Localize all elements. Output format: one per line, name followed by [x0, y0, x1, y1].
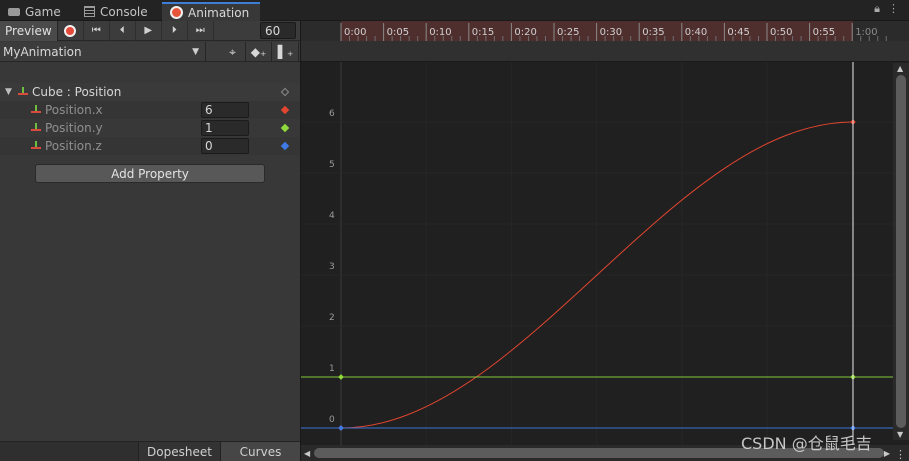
- console-icon: [84, 6, 95, 17]
- value-axis-label: 2: [329, 313, 335, 323]
- add-keyframe-icon: ◆₊: [250, 45, 267, 59]
- ruler-time-label: 0:20: [514, 27, 536, 38]
- skip-first-icon: ⏮︎: [91, 25, 101, 36]
- ruler-time-label: 0:45: [727, 27, 749, 38]
- scroll-down-icon[interactable]: ▼: [897, 430, 903, 439]
- keyframe-diamond-icon[interactable]: [280, 123, 290, 133]
- keyframe-diamond-icon[interactable]: [280, 141, 290, 151]
- value-axis-label: 4: [329, 211, 335, 221]
- skip-last-icon: ⏭︎: [195, 25, 205, 36]
- watermark: CSDN @仓鼠毛吉: [741, 434, 872, 453]
- play-button[interactable]: ▶︎: [136, 20, 162, 41]
- property-row-position-z[interactable]: Position.z 0: [0, 137, 300, 155]
- property-value-input[interactable]: 0: [201, 138, 249, 154]
- clip-toolbar: MyAnimation ▼ ⌖ ◆₊ ▌₊: [0, 42, 300, 62]
- transform-axis-icon: [17, 86, 29, 98]
- fold-arrow-icon[interactable]: ▼: [5, 87, 17, 97]
- tab-animation-label: Animation: [188, 5, 250, 20]
- ruler-time-label: 0:05: [387, 27, 409, 38]
- record-icon: [64, 24, 77, 37]
- ruler-time-label: 0:00: [344, 27, 366, 38]
- keyframe-diamond-icon[interactable]: [280, 105, 290, 115]
- ruler-time-label: 0:25: [557, 27, 579, 38]
- transform-axis-icon: [30, 104, 42, 116]
- property-list: ▼ Cube : Position Position.x 6 Position.…: [0, 83, 300, 155]
- scroll-right-icon[interactable]: ▶: [884, 449, 890, 458]
- first-keyframe-button[interactable]: ⏮︎: [84, 20, 110, 41]
- menu-icon[interactable]: ⋮: [888, 2, 899, 16]
- crosshair-icon: ⌖: [229, 44, 236, 59]
- property-label: Position.z: [45, 139, 102, 153]
- ruler-time-label: 0:35: [642, 27, 664, 38]
- previous-keyframe-button[interactable]: ⏴︎: [110, 20, 136, 41]
- curve-keyframe: [338, 425, 344, 431]
- curve-keyframe: [338, 374, 344, 380]
- tab-game-label: Game: [25, 4, 61, 19]
- property-label: Position.y: [45, 121, 103, 135]
- add-keyframe-button[interactable]: ◆₊: [246, 42, 272, 62]
- tab-console-label: Console: [100, 4, 148, 19]
- keyframe-diamond-icon[interactable]: [280, 87, 290, 97]
- ruler-time-label: 0:30: [600, 27, 622, 38]
- window-tab-bar: Game Console Animation 🔒︎ ⋮: [0, 0, 909, 21]
- window-tools: 🔒︎ ⋮: [874, 2, 899, 16]
- ruler-time-label: 0:10: [429, 27, 451, 38]
- vertical-scrollbar[interactable]: ▲ ▼: [893, 63, 909, 440]
- value-axis-label: 1: [329, 364, 335, 374]
- tab-dopesheet[interactable]: Dopesheet: [138, 442, 220, 461]
- value-axis-label: 6: [329, 109, 335, 119]
- time-ruler-ticks: 0:00 0:05 0:10 0:15 0:20 0:25 0:30 0:35 0:40 0:45…: [340, 23, 887, 41]
- ruler-time-label: 0:40: [685, 27, 707, 38]
- value-axis-label: 0: [329, 415, 335, 425]
- step-forward-icon: ⏵︎: [171, 25, 177, 36]
- tab-game[interactable]: Game: [0, 2, 69, 21]
- dropdown-arrow-icon: ▼: [192, 47, 199, 57]
- property-label: Position.x: [45, 103, 103, 117]
- step-back-icon: ⏴︎: [119, 25, 125, 36]
- playback-toolbar: Preview ⏮︎ ⏴︎ ▶︎ ⏵︎ ⏭︎ 60: [0, 20, 300, 41]
- vertical-scroll-thumb[interactable]: [896, 75, 906, 428]
- property-group-label: Cube : Position: [32, 85, 122, 99]
- lock-icon[interactable]: 🔒︎: [874, 2, 880, 16]
- curve-editor[interactable]: 0:00 0:05 0:10 0:15 0:20 0:25 0:30 0:35 0:40 0:45…: [300, 21, 909, 461]
- clip-dropdown[interactable]: MyAnimation ▼: [0, 42, 206, 62]
- curve-graph[interactable]: 6 5 4 3 2 1 0: [301, 62, 893, 445]
- event-strip[interactable]: [301, 41, 909, 62]
- value-axis-label: 3: [329, 262, 335, 272]
- tab-console[interactable]: Console: [76, 2, 156, 21]
- last-keyframe-button[interactable]: ⏭︎: [188, 20, 214, 41]
- transform-axis-icon: [30, 122, 42, 134]
- next-keyframe-button[interactable]: ⏵︎: [162, 20, 188, 41]
- add-event-icon: ▌₊: [277, 45, 294, 59]
- property-value-input[interactable]: 6: [201, 102, 249, 118]
- add-property-button[interactable]: Add Property: [35, 164, 265, 183]
- animation-icon: [170, 6, 183, 19]
- play-icon: ▶︎: [144, 25, 153, 36]
- value-axis-label: 5: [329, 160, 335, 170]
- view-mode-tabs: Dopesheet Curves: [0, 441, 300, 461]
- ruler-time-label: 0:55: [813, 27, 835, 38]
- property-group-row[interactable]: ▼ Cube : Position: [0, 83, 300, 101]
- property-value-input[interactable]: 1: [201, 120, 249, 136]
- scroll-up-icon[interactable]: ▲: [897, 64, 903, 73]
- transform-axis-icon: [30, 140, 42, 152]
- time-ruler[interactable]: 0:00 0:05 0:10 0:15 0:20 0:25 0:30 0:35 0:40 0:45…: [301, 21, 909, 41]
- ruler-time-label: 0:15: [472, 27, 494, 38]
- more-icon[interactable]: ⋮: [895, 448, 906, 461]
- clip-name: MyAnimation: [3, 45, 82, 59]
- ruler-time-label: 1:00: [855, 27, 877, 38]
- filter-by-selection-button[interactable]: ⌖: [220, 42, 246, 62]
- add-event-button[interactable]: ▌₊: [273, 42, 299, 62]
- tab-animation[interactable]: Animation: [162, 2, 260, 21]
- record-button[interactable]: [58, 20, 84, 41]
- property-row-position-y[interactable]: Position.y 1: [0, 119, 300, 137]
- preview-button[interactable]: Preview: [0, 20, 58, 41]
- frame-input[interactable]: 60: [260, 22, 296, 39]
- animation-left-panel: Preview ⏮︎ ⏴︎ ▶︎ ⏵︎ ⏭︎ 60 MyAnimation ▼ …: [0, 20, 300, 461]
- game-icon: [8, 7, 20, 16]
- tab-curves[interactable]: Curves: [220, 442, 300, 461]
- scroll-left-icon[interactable]: ◀: [304, 449, 310, 458]
- property-row-position-x[interactable]: Position.x 6: [0, 101, 300, 119]
- ruler-time-label: 0:50: [770, 27, 792, 38]
